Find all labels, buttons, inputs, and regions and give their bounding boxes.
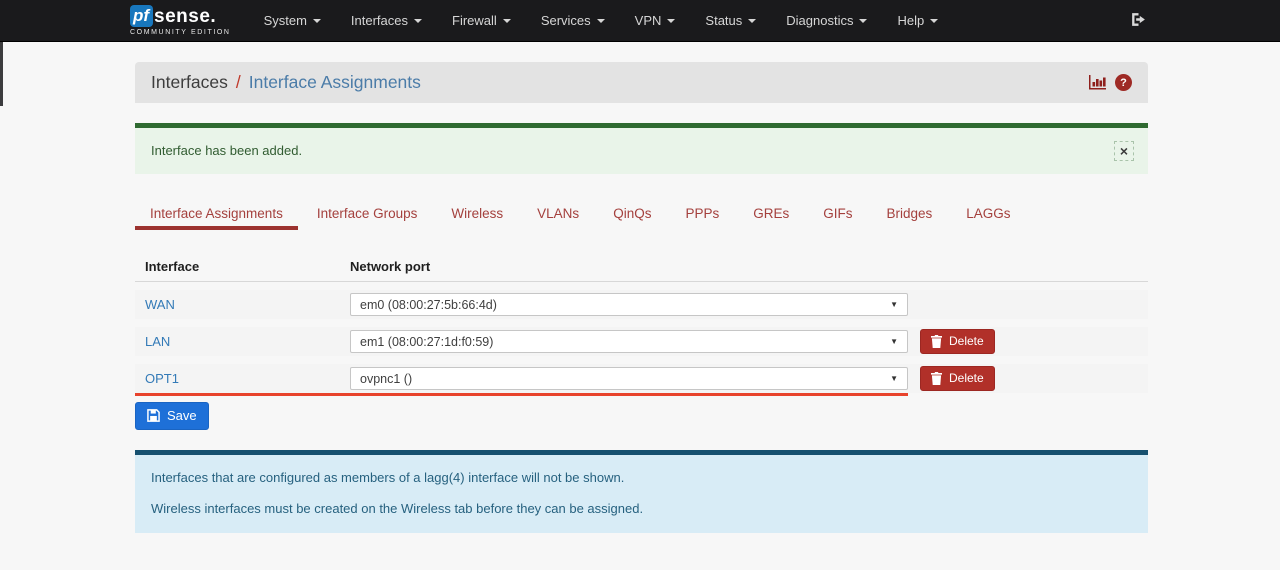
highlight-underline [135,393,908,396]
tab-bar: Interface AssignmentsInterface GroupsWir… [135,198,1148,230]
help-icon[interactable]: ? [1115,74,1132,91]
info-note: Interfaces that are configured as member… [151,470,1132,485]
breadcrumb: Interfaces / Interface Assignments ? [135,62,1148,103]
interface-link[interactable]: WAN [145,297,175,312]
delete-button-label: Delete [949,371,984,385]
tab-interface-assignments[interactable]: Interface Assignments [135,198,298,230]
tab-laggs[interactable]: LAGGs [951,198,1025,230]
pfsense-logo[interactable]: pf sense. COMMUNITY EDITION [130,5,231,36]
navbar-item-vpn[interactable]: VPN [620,7,691,34]
info-note: Wireless interfaces must be created on t… [151,501,1132,516]
interface-link[interactable]: OPT1 [145,371,179,386]
network-port-select-value: em1 (08:00:27:1d:f0:59) [360,335,890,349]
tab-bridges[interactable]: Bridges [871,198,947,230]
delete-button[interactable]: Delete [920,366,995,391]
tab-gres[interactable]: GREs [738,198,804,230]
pfsense-logo-pf: pf [130,5,153,27]
chevron-down-icon: ▼ [890,337,898,346]
breadcrumb-page: Interface Assignments [249,72,421,93]
navbar-item-label: VPN [635,13,662,28]
chevron-down-icon [414,19,422,23]
pfsense-logo-wordmark: pf sense. [130,5,231,27]
sign-out-icon[interactable] [1130,11,1147,33]
interface-assignments-table: Interface Network port WAN em0 (08:00:27… [135,252,1148,393]
chevron-down-icon [503,19,511,23]
navbar-item-label: Interfaces [351,13,408,28]
chevron-down-icon [930,19,938,23]
navbar-item-status[interactable]: Status [690,7,771,34]
save-button[interactable]: Save [135,402,209,430]
delete-button[interactable]: Delete [920,329,995,354]
save-button-label: Save [167,408,197,423]
network-port-select-value: em0 (08:00:27:5b:66:4d) [360,298,890,312]
alert-message: Interface has been added. [151,143,302,158]
chevron-down-icon: ▼ [890,300,898,309]
breadcrumb-separator: / [236,72,241,93]
chevron-down-icon [859,19,867,23]
tab-gifs[interactable]: GIFs [808,198,867,230]
tab-wireless[interactable]: Wireless [436,198,518,230]
tab-ppps[interactable]: PPPs [670,198,734,230]
info-box: Interfaces that are configured as member… [135,450,1148,533]
interface-link[interactable]: LAN [145,334,170,349]
top-navbar: pf sense. COMMUNITY EDITION System Inter… [0,0,1280,42]
delete-button-label: Delete [949,334,984,348]
bar-chart-icon[interactable] [1089,75,1106,90]
navbar-item-firewall[interactable]: Firewall [437,7,526,34]
close-icon[interactable]: × [1114,141,1134,161]
navbar-item-interfaces[interactable]: Interfaces [336,7,437,34]
table-header-row: Interface Network port [135,252,1148,282]
chevron-down-icon [597,19,605,23]
navbar-item-label: Firewall [452,13,497,28]
network-port-select[interactable]: em1 (08:00:27:1d:f0:59) ▼ [350,330,908,353]
table-row-lan: LAN em1 (08:00:27:1d:f0:59) ▼ Delete [135,327,1148,356]
tab-qinqs[interactable]: QinQs [598,198,666,230]
chevron-down-icon [313,19,321,23]
chevron-down-icon [667,19,675,23]
breadcrumb-icons: ? [1089,74,1132,91]
navbar-item-label: System [264,13,307,28]
network-port-select[interactable]: em0 (08:00:27:5b:66:4d) ▼ [350,293,908,316]
page-content: Interfaces / Interface Assignments ? Int… [135,62,1148,533]
network-port-select-value: ovpnc1 () [360,372,890,386]
column-header-network-port: Network port [350,259,908,274]
navbar-item-label: Services [541,13,591,28]
navbar-item-label: Status [705,13,742,28]
navbar-item-system[interactable]: System [249,7,336,34]
chevron-down-icon: ▼ [890,374,898,383]
navbar-item-services[interactable]: Services [526,7,620,34]
breadcrumb-section: Interfaces [151,72,228,93]
success-alert: Interface has been added. × [135,123,1148,174]
table-row-opt1: OPT1 ovpnc1 () ▼ Delete [135,364,1148,393]
window-edge-artifact [0,42,3,106]
navbar-item-diagnostics[interactable]: Diagnostics [771,7,882,34]
navbar-item-label: Help [897,13,924,28]
column-header-interface: Interface [135,259,350,274]
network-port-select[interactable]: ovpnc1 () ▼ [350,367,908,390]
pfsense-logo-sense: sense. [154,7,216,26]
table-row-wan: WAN em0 (08:00:27:5b:66:4d) ▼ [135,290,1148,319]
navbar-menu: System Interfaces Firewall Services VPN … [249,7,954,34]
navbar-item-help[interactable]: Help [882,7,953,34]
navbar-item-label: Diagnostics [786,13,853,28]
chevron-down-icon [748,19,756,23]
community-edition-label: COMMUNITY EDITION [130,29,231,36]
tab-vlans[interactable]: VLANs [522,198,594,230]
tab-interface-groups[interactable]: Interface Groups [302,198,433,230]
